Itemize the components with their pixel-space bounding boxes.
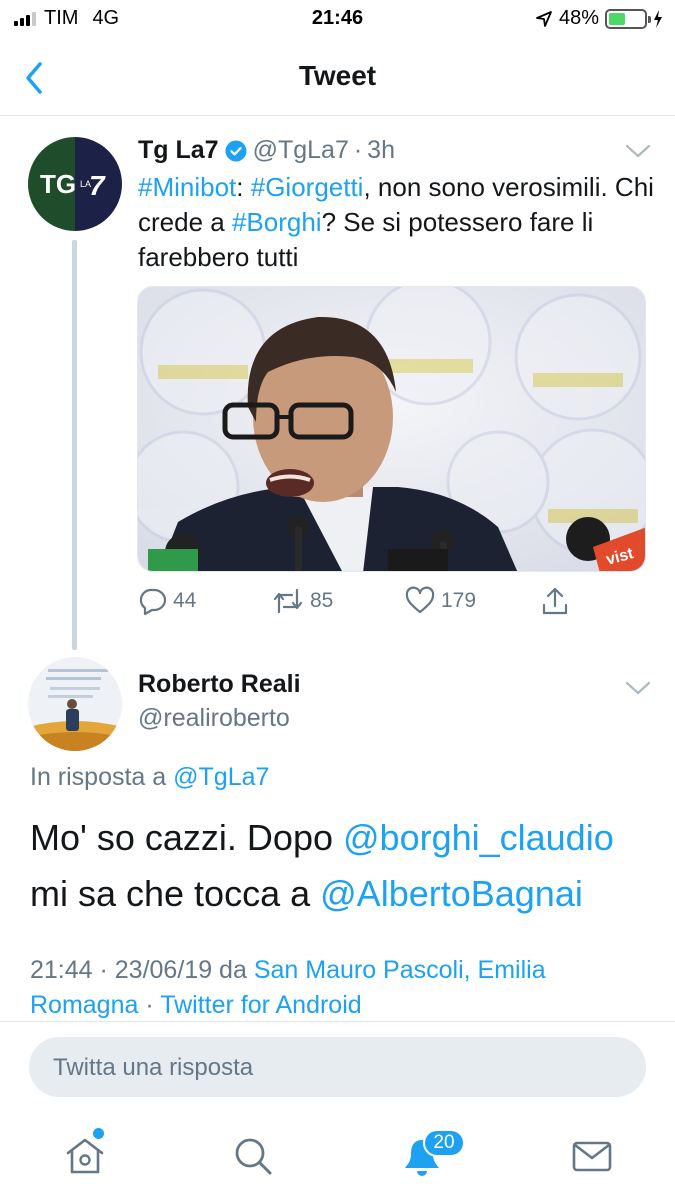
battery-percent: 48% — [558, 7, 599, 29]
reply-author-name[interactable]: Roberto Reali — [138, 670, 301, 699]
mention-borghi-claudio[interactable]: @borghi_claudio — [343, 817, 614, 858]
like-count: 179 — [441, 589, 477, 612]
author-handle[interactable]: @TgLa7 — [253, 136, 349, 165]
reply-text-part-b: mi sa che tocca a — [30, 873, 321, 914]
meta-separator: · — [145, 991, 154, 1019]
home-unread-dot — [93, 1128, 104, 1139]
verified-icon — [225, 140, 247, 161]
retweet-button[interactable]: 85 — [272, 586, 333, 616]
battery-icon — [605, 8, 651, 29]
like-icon — [405, 586, 435, 614]
hashtag-minibot[interactable]: #Minibot — [138, 172, 236, 202]
like-button[interactable]: 179 — [405, 586, 476, 616]
meta-client[interactable]: Twitter for Android — [160, 991, 361, 1019]
header-separator: · — [353, 136, 363, 164]
in-reply-to-label: In risposta a — [30, 763, 167, 791]
battery-level — [609, 12, 626, 25]
mention-albertobagnai[interactable]: @AlbertoBagnai — [320, 873, 583, 914]
tab-home[interactable] — [63, 1134, 107, 1178]
notifications-badge: 20 — [423, 1129, 465, 1157]
reply-button[interactable]: 44 — [137, 586, 196, 616]
tweet-time: 3h — [367, 136, 395, 164]
tab-messages[interactable] — [570, 1134, 614, 1178]
press-conference-photo: vist — [138, 287, 645, 571]
tweet-meta: 21:44 · 23/06/19 da San Mauro Pascoli, E… — [30, 953, 660, 1023]
divider — [0, 1021, 675, 1022]
tweet-photo[interactable]: vist — [137, 286, 646, 572]
in-reply-to-handle[interactable]: @TgLa7 — [173, 763, 269, 791]
messages-icon — [572, 1141, 612, 1172]
reply-author-handle[interactable]: @realiroberto — [138, 704, 290, 733]
tweet-actions: 44 85 179 — [137, 586, 577, 620]
nav-header: Tweet — [0, 40, 675, 116]
reply-icon — [139, 588, 167, 616]
stage-photo-avatar — [28, 657, 122, 751]
avatar-seven-text: 7 — [89, 170, 106, 201]
author-name[interactable]: Tg La7 — [138, 136, 219, 165]
share-button[interactable] — [540, 586, 570, 616]
search-icon — [235, 1138, 272, 1175]
chevron-down-icon[interactable] — [625, 143, 651, 159]
reply-input[interactable]: Twitta una risposta — [29, 1037, 646, 1097]
reply-text-part-a: Mo' so cazzi. Dopo — [30, 817, 343, 858]
tgla7-avatar[interactable]: TG LA 7 — [28, 137, 122, 231]
status-bar: TIM 4G 21:46 48% — [0, 0, 675, 40]
reply-chevron-down-icon[interactable] — [625, 680, 651, 696]
reply-count: 44 — [173, 589, 197, 612]
tweet-header: Tg La7 @TgLa7 · 3h — [138, 136, 395, 165]
hashtag-borghi[interactable]: #Borghi — [232, 207, 322, 237]
meta-datetime: 21:44 · 23/06/19 da — [30, 956, 247, 984]
share-icon — [542, 587, 568, 615]
thread-line — [72, 240, 77, 650]
tweet-text: #Minibot: #Giorgetti, non sono verosimil… — [138, 170, 658, 275]
charging-bolt-icon — [654, 9, 662, 28]
robertoreali-avatar[interactable] — [28, 657, 122, 751]
reply-input-placeholder: Twitta una risposta — [53, 1054, 254, 1081]
home-icon — [66, 1138, 104, 1174]
status-bar-right: 48% — [535, 7, 663, 30]
tab-search[interactable] — [231, 1134, 275, 1178]
hashtag-giorgetti[interactable]: #Giorgetti — [251, 172, 364, 202]
location-arrow-icon — [536, 10, 552, 27]
tweet-text-colon: : — [236, 172, 251, 202]
page-title: Tweet — [298, 60, 377, 91]
tgla7-logo: TG LA 7 — [28, 137, 122, 231]
reply-text: Mo' so cazzi. Dopo @borghi_claudio mi sa… — [30, 810, 660, 922]
tab-bar — [0, 1110, 675, 1200]
retweet-count: 85 — [310, 589, 334, 612]
retweet-icon — [273, 588, 303, 614]
in-reply-to: In risposta a @TgLa7 — [30, 763, 269, 792]
avatar-tg-text: TG — [40, 169, 76, 199]
